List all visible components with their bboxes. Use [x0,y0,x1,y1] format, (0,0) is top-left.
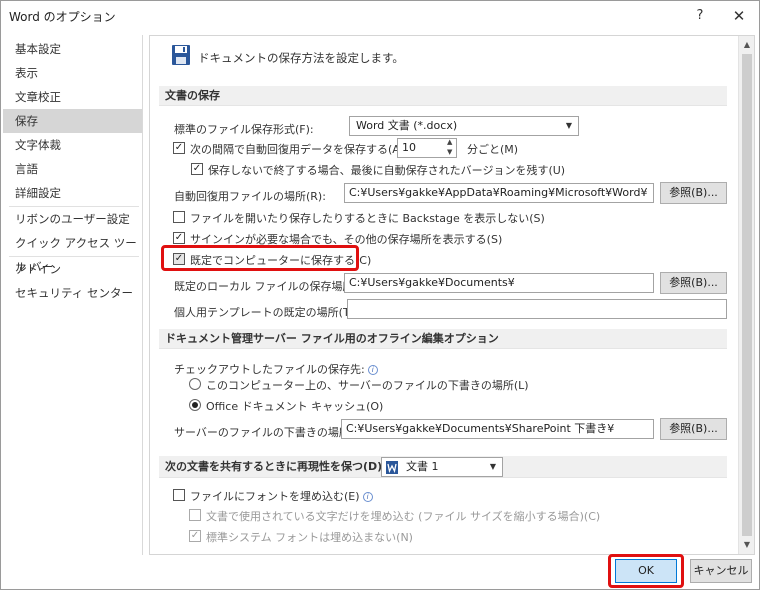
radio-server-drafts[interactable] [189,378,201,390]
vertical-scrollbar[interactable]: ▲ ▼ [738,36,754,554]
interval-value: 10 [402,141,416,154]
cancel-button[interactable]: キャンセル [690,559,752,583]
keep-last-autosave-label: 保存しないで終了する場合、最後に自動保存されたバージョンを残す(U) [208,164,566,177]
chevron-down-icon: ▼ [489,462,496,471]
interval-unit-label: 分ごと(M) [467,143,519,156]
default-computer-label: 既定でコンピューターに保存する(C) [190,254,372,267]
chevron-down-icon: ▼ [565,121,572,130]
help-button[interactable]: ? [689,5,711,27]
browse-autorecover-button[interactable]: 参照(B)... [660,182,727,204]
nav-item-proofing[interactable]: 文章校正 [3,85,142,109]
local-location-value: C:¥Users¥gakke¥Documents¥ [349,276,515,289]
local-location-label: 既定のローカル ファイルの保存場所(I): [174,280,370,293]
drafts-location-input[interactable]: C:¥Users¥gakke¥Documents¥SharePoint 下書き¥ [341,419,654,439]
close-button[interactable]: ✕ [727,5,751,27]
nav-item-quick-access-toolbar[interactable]: クイック アクセス ツール バー [3,231,142,274]
checkout-location-text: チェックアウトしたファイルの保存先: [174,363,365,376]
nav-item-language[interactable]: 言語 [3,157,142,181]
autorecover-location-label: 自動回復用ファイルの場所(R): [174,190,326,203]
no-system-fonts-checkbox[interactable]: ✓ [189,530,201,542]
embed-fonts-text: ファイルにフォントを埋め込む(E) [190,490,360,503]
backstage-checkbox[interactable] [173,211,185,223]
autorecover-location-input[interactable]: C:¥Users¥gakke¥AppData¥Roaming¥Microsoft… [344,183,654,203]
nav-item-trust-center[interactable]: セキュリティ センター [3,281,142,305]
nav-item-save[interactable]: 保存 [3,109,142,133]
signin-checkbox[interactable]: ✓ [173,232,185,244]
local-location-input[interactable]: C:¥Users¥gakke¥Documents¥ [344,273,654,293]
checkout-location-label: チェックアウトしたファイルの保存先: i [174,361,378,377]
drafts-location-value: C:¥Users¥gakke¥Documents¥SharePoint 下書き¥ [346,422,615,435]
ok-button[interactable]: OK [615,559,677,583]
default-format-value: Word 文書 (*.docx) [356,119,458,132]
template-location-input[interactable] [347,299,727,319]
embed-used-chars-checkbox[interactable] [189,509,201,521]
section-header-offline: ドキュメント管理サーバー ファイル用のオフライン編集オプション [159,329,727,349]
nav-item-typography[interactable]: 文字体裁 [3,133,142,157]
autorecover-checkbox[interactable]: ✓ [173,142,185,154]
nav-item-display[interactable]: 表示 [3,61,142,85]
nav-item-general[interactable]: 基本設定 [3,37,142,61]
backstage-label: ファイルを開いたり保存したりするときに Backstage を表示しない(S) [190,212,545,225]
word-document-icon [386,461,398,474]
signin-label: サインインが必要な場合でも、その他の保存場所を表示する(S) [190,233,503,246]
scroll-down-icon[interactable]: ▼ [739,538,755,552]
autorecover-location-value: C:¥Users¥gakke¥AppData¥Roaming¥Microsoft… [349,186,648,199]
radio-office-cache-label: Office ドキュメント キャッシュ(O) [206,400,384,413]
embed-fonts-checkbox[interactable] [173,489,185,501]
nav-item-advanced[interactable]: 詳細設定 [3,181,142,205]
embed-fonts-label: ファイルにフォントを埋め込む(E) i [190,488,373,504]
title-bar[interactable]: Word のオプション ? ✕ [1,1,759,31]
info-icon[interactable]: i [362,492,373,502]
page-header-text: ドキュメントの保存方法を設定します。 [198,51,404,65]
info-icon[interactable]: i [367,365,378,375]
scroll-up-icon[interactable]: ▲ [739,38,755,52]
default-format-label: 標準のファイル保存形式(F): [174,123,314,136]
save-disk-icon [172,45,190,65]
embed-used-chars-label: 文書で使用されている文字だけを埋め込む (ファイル サイズを縮小する場合)(C) [206,510,601,523]
default-format-select[interactable]: Word 文書 (*.docx) ▼ [349,116,579,136]
keep-last-autosave-checkbox[interactable]: ✓ [191,163,203,175]
default-computer-checkbox[interactable]: ✓ [173,253,185,265]
nav-item-addins[interactable]: アドイン [3,257,142,281]
interval-spinner-icon[interactable]: ▲ ▼ [447,137,452,157]
scroll-thumb[interactable] [742,54,752,536]
nav-item-customize-ribbon[interactable]: リボンのユーザー設定 [3,207,142,231]
radio-office-cache[interactable] [189,399,201,411]
share-document-value: 文書 1 [406,460,439,473]
no-system-fonts-label: 標準システム フォントは埋め込まない(N) [206,531,413,544]
template-location-label: 個人用テンプレートの既定の場所(T): [174,306,358,319]
window-title: Word のオプション [9,10,116,24]
radio-server-drafts-label: このコンピューター上の、サーバーのファイルの下書きの場所(L) [206,379,529,392]
autorecover-label: 次の間隔で自動回復用データを保存する(A): [190,143,408,156]
options-sidebar: 基本設定 表示 文章校正 保存 文字体裁 言語 詳細設定 リボンのユーザー設定 … [3,35,143,555]
browse-local-button[interactable]: 参照(B)... [660,272,727,294]
word-options-dialog: Word のオプション ? ✕ 基本設定 表示 文章校正 保存 文字体裁 言語 … [0,0,760,590]
browse-drafts-button[interactable]: 参照(B)... [660,418,727,440]
share-document-select[interactable]: 文書 1 ▼ [381,457,503,477]
section-header-save: 文書の保存 [159,86,727,106]
